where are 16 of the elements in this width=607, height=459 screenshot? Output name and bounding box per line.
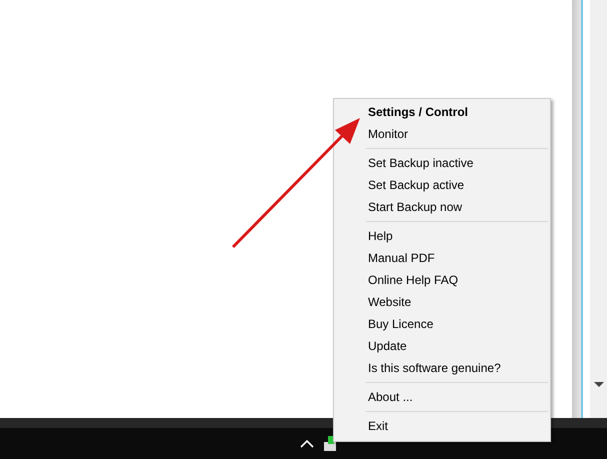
scroll-down-icon[interactable]	[594, 382, 604, 387]
menu-item[interactable]: Manual PDF	[336, 247, 548, 269]
menu-item[interactable]: Settings / Control	[336, 101, 548, 123]
menu-item[interactable]: Online Help FAQ	[336, 269, 548, 291]
menu-item[interactable]: Is this software genuine?	[336, 357, 548, 379]
menu-item[interactable]: About ...	[336, 386, 548, 408]
menu-item[interactable]: Help	[336, 225, 548, 247]
menu-item[interactable]: Set Backup active	[336, 174, 548, 196]
menu-item[interactable]: Set Backup inactive	[336, 152, 548, 174]
menu-item[interactable]: Update	[336, 335, 548, 357]
menu-item[interactable]: Start Backup now	[336, 196, 548, 218]
menu-item[interactable]: Website	[336, 291, 548, 313]
menu-item[interactable]: Monitor	[336, 123, 548, 145]
menu-item[interactable]: Exit	[336, 415, 548, 437]
chevron-up-icon[interactable]	[300, 438, 314, 448]
menu-item[interactable]: Buy Licence	[336, 313, 548, 335]
